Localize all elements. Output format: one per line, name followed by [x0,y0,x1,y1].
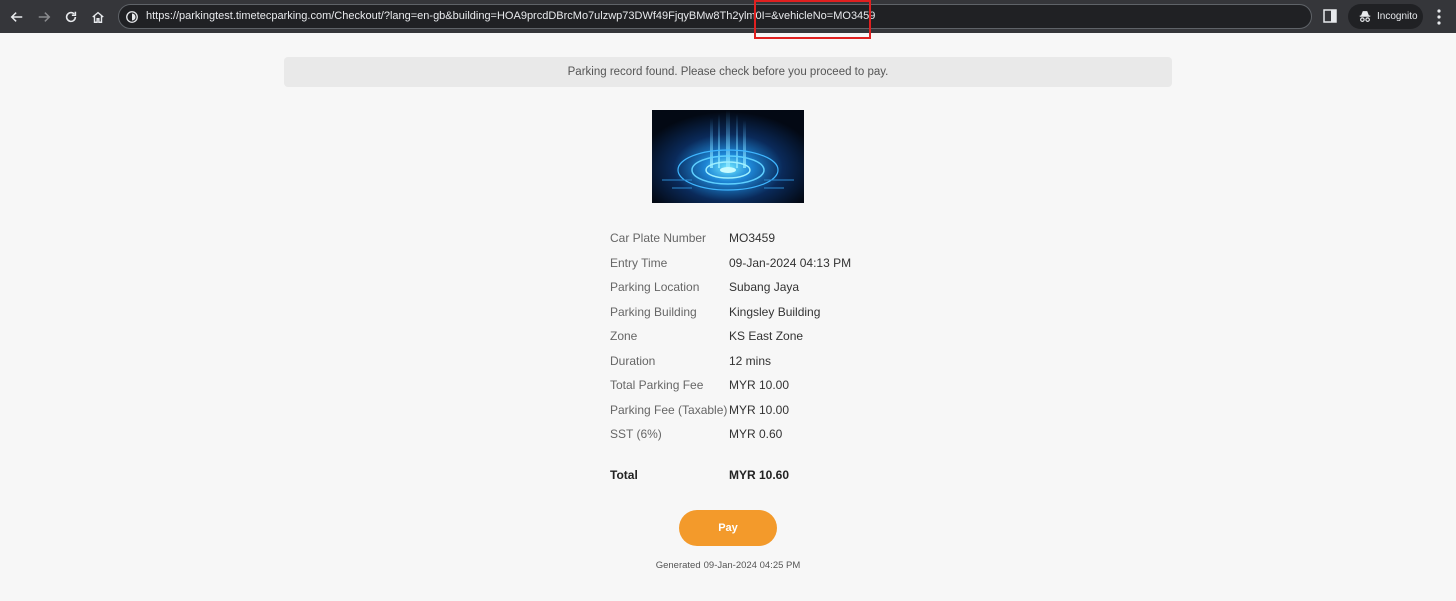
detail-row: Parking Fee (Taxable) MYR 10.00 [610,403,789,423]
total-label: Total [610,468,638,482]
incognito-badge[interactable]: Incognito [1348,4,1423,29]
total-value: MYR 10.60 [729,468,790,482]
detail-row: Entry Time 09-Jan-2024 04:13 PM [610,256,851,276]
more-menu-icon[interactable] [1432,8,1446,26]
forward-icon[interactable] [33,6,55,28]
detail-label: SST (6%) [610,427,662,441]
detail-value: MO3459 [729,231,776,245]
detail-row: Duration 12 mins [610,354,771,374]
detail-value: MYR 0.60 [729,427,783,441]
total-row: Total MYR 10.60 [610,468,789,488]
generated-time: 09-Jan-2024 04:25 PM [703,560,801,571]
detail-row: Parking Building Kingsley Building [610,305,820,325]
detail-value: KS East Zone [729,329,804,343]
detail-row: Zone KS East Zone [610,329,803,349]
site-info-icon[interactable] [125,10,139,24]
detail-row: Car Plate Number MO3459 [610,231,775,251]
detail-row: Total Parking Fee MYR 10.00 [610,378,789,398]
detail-label: Parking Building [610,305,697,319]
detail-row: Parking Location Subang Jaya [610,280,799,300]
pay-button[interactable]: Pay [679,510,777,546]
detail-value: Kingsley Building [729,305,821,319]
detail-value: 09-Jan-2024 04:13 PM [729,256,852,270]
incognito-icon [1359,10,1371,22]
incognito-label: Incognito [1377,11,1418,22]
browser-toolbar: https://parkingtest.timetecparking.com/C… [0,0,1456,33]
parking-hero-image [652,110,804,203]
detail-value: MYR 10.00 [729,403,790,417]
detail-value: 12 mins [729,354,772,368]
detail-label: Zone [610,329,638,343]
banner-message: Parking record found. Please check befor… [567,66,889,78]
detail-label: Total Parking Fee [610,378,704,392]
detail-value: MYR 10.00 [729,378,790,392]
detail-label: Entry Time [610,256,668,270]
home-icon[interactable] [87,6,109,28]
detail-label: Car Plate Number [610,231,707,245]
url-highlight-annotation [754,0,871,39]
generated-timestamp: Generated 09-Jan-2024 04:25 PM [600,560,856,571]
detail-row: SST (6%) MYR 0.60 [610,427,782,447]
detail-label: Parking Location [610,280,700,294]
status-banner: Parking record found. Please check befor… [284,57,1172,87]
reload-icon[interactable] [60,6,82,28]
address-bar[interactable]: https://parkingtest.timetecparking.com/C… [118,4,1312,29]
back-icon[interactable] [6,6,28,28]
side-panel-icon[interactable] [1322,8,1338,24]
detail-label: Duration [610,354,656,368]
generated-label: Generated [655,560,701,571]
detail-value: Subang Jaya [729,280,800,294]
detail-label: Parking Fee (Taxable) [610,403,728,417]
